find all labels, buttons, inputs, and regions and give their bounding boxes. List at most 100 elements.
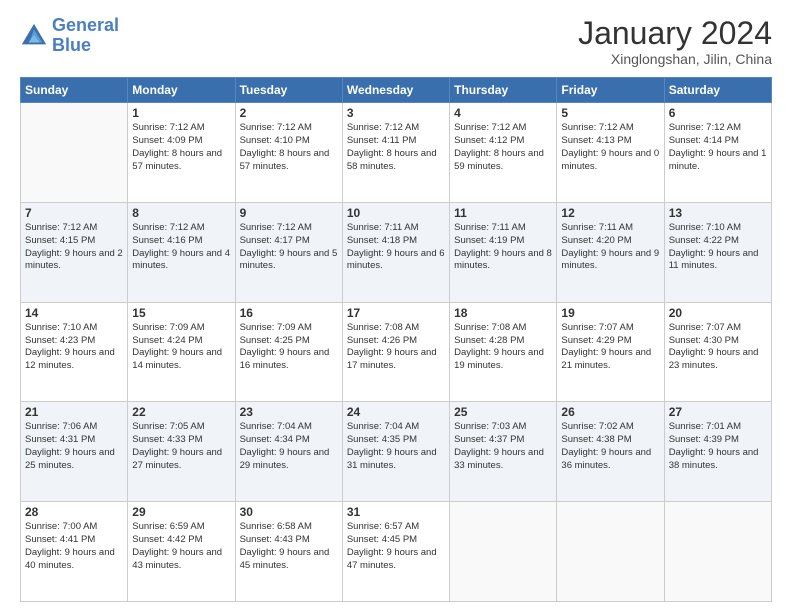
logo-text: General Blue [52, 16, 119, 56]
calendar-row-1: 7 Sunrise: 7:12 AM Sunset: 4:15 PM Daylig… [21, 202, 772, 302]
calendar-cell-2-3: 17 Sunrise: 7:08 AM Sunset: 4:26 PM Dayli… [342, 302, 449, 402]
cell-text: Sunrise: 7:12 AM Sunset: 4:09 PM Dayligh… [132, 122, 230, 173]
day-number: 11 [454, 206, 552, 220]
day-number: 12 [561, 206, 659, 220]
calendar-cell-1-4: 11Sunrise: 7:11 AM Sunset: 4:19 PM Dayli… [450, 202, 557, 302]
cell-text: Sunrise: 7:03 AM Sunset: 4:37 PM Dayligh… [454, 421, 552, 472]
cell-text: Sunrise: 7:12 AM Sunset: 4:16 PM Dayligh… [132, 222, 230, 273]
calendar-cell-4-0: 28 Sunrise: 7:00 AM Sunset: 4:41 PM Dayli… [21, 502, 128, 602]
subtitle: Xinglongshan, Jilin, China [578, 51, 772, 67]
cell-text: Sunrise: 7:02 AM Sunset: 4:38 PM Dayligh… [561, 421, 659, 472]
calendar-cell-2-4: 18 Sunrise: 7:08 AM Sunset: 4:28 PM Dayli… [450, 302, 557, 402]
calendar-cell-4-5 [557, 502, 664, 602]
day-number: 6 [669, 106, 767, 120]
day-number: 16 [240, 306, 338, 320]
cell-text: Sunrise: 7:10 AM Sunset: 4:22 PM Dayligh… [669, 222, 767, 273]
title-block: January 2024 Xinglongshan, Jilin, China [578, 16, 772, 67]
header-monday: Monday [128, 78, 235, 103]
cell-text: Sunrise: 7:07 AM Sunset: 4:29 PM Dayligh… [561, 322, 659, 373]
day-number: 31 [347, 505, 445, 519]
day-number: 14 [25, 306, 123, 320]
cell-text: Sunrise: 7:09 AM Sunset: 4:25 PM Dayligh… [240, 322, 338, 373]
calendar-cell-2-1: 15 Sunrise: 7:09 AM Sunset: 4:24 PM Dayli… [128, 302, 235, 402]
page: General Blue January 2024 Xinglongshan, … [0, 0, 792, 612]
day-number: 2 [240, 106, 338, 120]
cell-text: Sunrise: 7:11 AM Sunset: 4:20 PM Dayligh… [561, 222, 659, 273]
calendar-row-4: 28 Sunrise: 7:00 AM Sunset: 4:41 PM Dayli… [21, 502, 772, 602]
calendar-cell-2-0: 14 Sunrise: 7:10 AM Sunset: 4:23 PM Dayli… [21, 302, 128, 402]
cell-text: Sunrise: 7:00 AM Sunset: 4:41 PM Dayligh… [25, 521, 123, 572]
day-number: 23 [240, 405, 338, 419]
header-wednesday: Wednesday [342, 78, 449, 103]
calendar-table: Sunday Monday Tuesday Wednesday Thursday… [20, 77, 772, 602]
day-number: 7 [25, 206, 123, 220]
calendar-cell-0-1: 1 Sunrise: 7:12 AM Sunset: 4:09 PM Daylig… [128, 103, 235, 203]
calendar-cell-3-0: 21Sunrise: 7:06 AM Sunset: 4:31 PM Dayli… [21, 402, 128, 502]
header-friday: Friday [557, 78, 664, 103]
day-number: 3 [347, 106, 445, 120]
day-number: 1 [132, 106, 230, 120]
calendar-cell-3-2: 23 Sunrise: 7:04 AM Sunset: 4:34 PM Dayli… [235, 402, 342, 502]
cell-text: Sunrise: 7:08 AM Sunset: 4:28 PM Dayligh… [454, 322, 552, 373]
cell-text: Sunrise: 7:10 AM Sunset: 4:23 PM Dayligh… [25, 322, 123, 373]
day-number: 9 [240, 206, 338, 220]
main-title: January 2024 [578, 16, 772, 51]
cell-text: Sunrise: 7:09 AM Sunset: 4:24 PM Dayligh… [132, 322, 230, 373]
day-number: 20 [669, 306, 767, 320]
day-number: 15 [132, 306, 230, 320]
cell-text: Sunrise: 7:04 AM Sunset: 4:34 PM Dayligh… [240, 421, 338, 472]
day-number: 30 [240, 505, 338, 519]
cell-text: Sunrise: 7:12 AM Sunset: 4:11 PM Dayligh… [347, 122, 445, 173]
calendar-cell-1-3: 10Sunrise: 7:11 AM Sunset: 4:18 PM Dayli… [342, 202, 449, 302]
header: General Blue January 2024 Xinglongshan, … [20, 16, 772, 67]
calendar-cell-3-1: 22Sunrise: 7:05 AM Sunset: 4:33 PM Dayli… [128, 402, 235, 502]
cell-text: Sunrise: 7:12 AM Sunset: 4:17 PM Dayligh… [240, 222, 338, 273]
header-tuesday: Tuesday [235, 78, 342, 103]
logo: General Blue [20, 16, 119, 56]
calendar-cell-1-0: 7 Sunrise: 7:12 AM Sunset: 4:15 PM Daylig… [21, 202, 128, 302]
day-number: 27 [669, 405, 767, 419]
calendar-cell-2-5: 19 Sunrise: 7:07 AM Sunset: 4:29 PM Dayli… [557, 302, 664, 402]
calendar-cell-4-6 [664, 502, 771, 602]
day-number: 13 [669, 206, 767, 220]
cell-text: Sunrise: 7:12 AM Sunset: 4:12 PM Dayligh… [454, 122, 552, 173]
cell-text: Sunrise: 7:12 AM Sunset: 4:13 PM Dayligh… [561, 122, 659, 173]
calendar-cell-1-5: 12 Sunrise: 7:11 AM Sunset: 4:20 PM Dayli… [557, 202, 664, 302]
day-number: 28 [25, 505, 123, 519]
cell-text: Sunrise: 6:59 AM Sunset: 4:42 PM Dayligh… [132, 521, 230, 572]
cell-text: Sunrise: 7:06 AM Sunset: 4:31 PM Dayligh… [25, 421, 123, 472]
calendar-row-3: 21Sunrise: 7:06 AM Sunset: 4:31 PM Dayli… [21, 402, 772, 502]
cell-text: Sunrise: 7:12 AM Sunset: 4:14 PM Dayligh… [669, 122, 767, 173]
day-number: 19 [561, 306, 659, 320]
calendar-cell-0-3: 3 Sunrise: 7:12 AM Sunset: 4:11 PM Daylig… [342, 103, 449, 203]
calendar-cell-3-3: 24Sunrise: 7:04 AM Sunset: 4:35 PM Dayli… [342, 402, 449, 502]
calendar-cell-0-2: 2 Sunrise: 7:12 AM Sunset: 4:10 PM Daylig… [235, 103, 342, 203]
cell-text: Sunrise: 7:05 AM Sunset: 4:33 PM Dayligh… [132, 421, 230, 472]
cell-text: Sunrise: 6:58 AM Sunset: 4:43 PM Dayligh… [240, 521, 338, 572]
day-number: 17 [347, 306, 445, 320]
calendar-cell-1-6: 13 Sunrise: 7:10 AM Sunset: 4:22 PM Dayli… [664, 202, 771, 302]
header-sunday: Sunday [21, 78, 128, 103]
calendar-row-2: 14 Sunrise: 7:10 AM Sunset: 4:23 PM Dayli… [21, 302, 772, 402]
day-number: 10 [347, 206, 445, 220]
cell-text: Sunrise: 7:12 AM Sunset: 4:15 PM Dayligh… [25, 222, 123, 273]
calendar-cell-4-4 [450, 502, 557, 602]
logo-icon [20, 22, 48, 50]
weekday-header-row: Sunday Monday Tuesday Wednesday Thursday… [21, 78, 772, 103]
cell-text: Sunrise: 7:12 AM Sunset: 4:10 PM Dayligh… [240, 122, 338, 173]
calendar-cell-2-2: 16 Sunrise: 7:09 AM Sunset: 4:25 PM Dayli… [235, 302, 342, 402]
calendar-cell-0-0 [21, 103, 128, 203]
day-number: 25 [454, 405, 552, 419]
calendar-row-0: 1 Sunrise: 7:12 AM Sunset: 4:09 PM Daylig… [21, 103, 772, 203]
calendar-cell-4-3: 31 Sunrise: 6:57 AM Sunset: 4:45 PM Dayli… [342, 502, 449, 602]
cell-text: Sunrise: 7:08 AM Sunset: 4:26 PM Dayligh… [347, 322, 445, 373]
day-number: 26 [561, 405, 659, 419]
day-number: 18 [454, 306, 552, 320]
cell-text: Sunrise: 6:57 AM Sunset: 4:45 PM Dayligh… [347, 521, 445, 572]
day-number: 8 [132, 206, 230, 220]
header-thursday: Thursday [450, 78, 557, 103]
header-saturday: Saturday [664, 78, 771, 103]
calendar-cell-3-5: 26 Sunrise: 7:02 AM Sunset: 4:38 PM Dayli… [557, 402, 664, 502]
calendar-cell-0-4: 4Sunrise: 7:12 AM Sunset: 4:12 PM Daylig… [450, 103, 557, 203]
calendar-cell-4-2: 30 Sunrise: 6:58 AM Sunset: 4:43 PM Dayli… [235, 502, 342, 602]
